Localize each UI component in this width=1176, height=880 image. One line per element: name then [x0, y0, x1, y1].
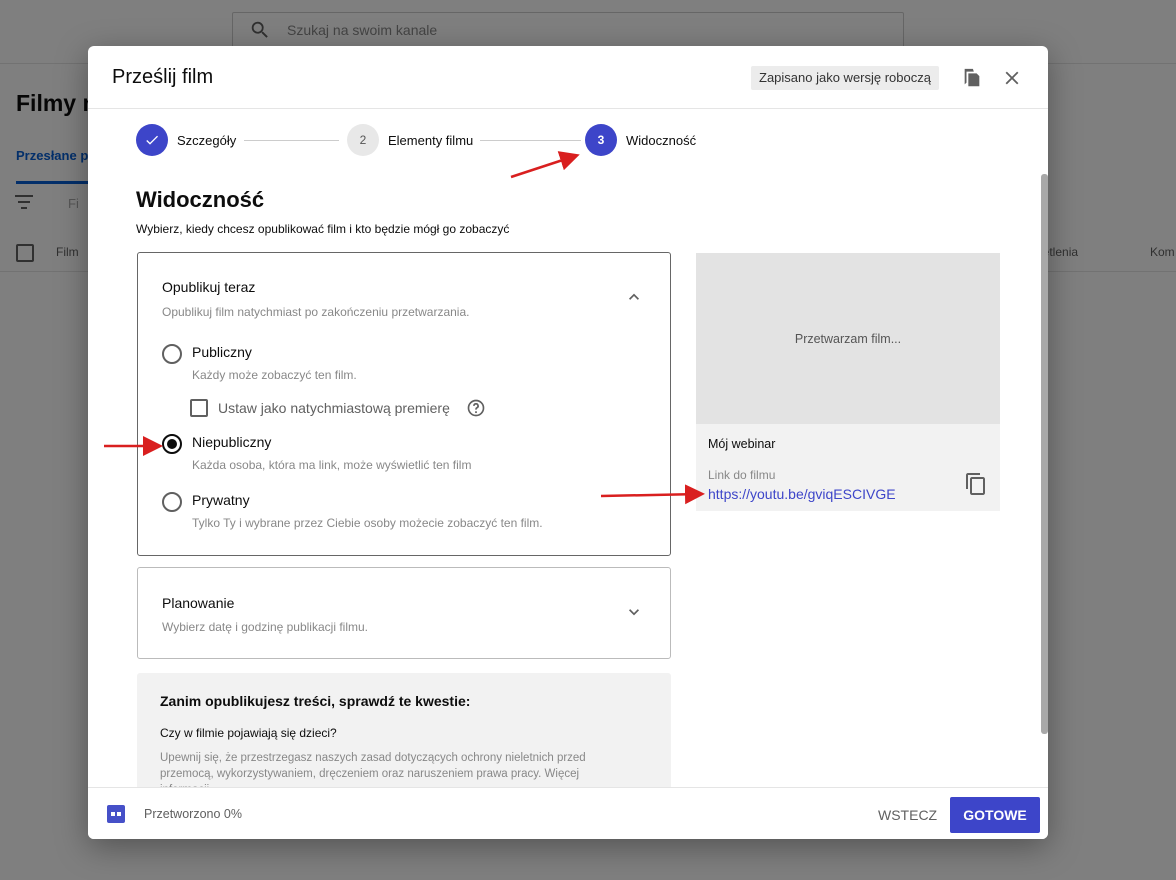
done-button[interactable]: GOTOWE [950, 797, 1040, 833]
step-video-elements[interactable]: 2 Elementy filmu [347, 124, 473, 156]
publish-now-title: Opublikuj teraz [162, 279, 256, 295]
option-label: Niepubliczny [192, 434, 272, 450]
video-link[interactable]: https://youtu.be/gviqESCIVGE [708, 486, 896, 502]
stepper-line [244, 140, 339, 141]
step-details[interactable]: Szczegóły [136, 124, 236, 156]
close-icon[interactable] [998, 64, 1026, 92]
video-name: Mój webinar [708, 437, 776, 451]
option-private[interactable]: Prywatny Tylko Ty i wybrane przez Ciebie… [162, 492, 543, 530]
processing-text: Przetwarzam film... [794, 331, 902, 346]
radio-unlisted[interactable] [162, 434, 182, 454]
stepper-line [480, 140, 581, 141]
section-title: Widoczność [136, 187, 265, 212]
section-description: Wybierz, kiedy chcesz opublikować film i… [136, 222, 510, 236]
copy-icon[interactable] [964, 472, 988, 496]
dialog-footer: Przetworzono 0% WSTECZ GOTOWE [88, 787, 1048, 839]
step-number: 3 [585, 124, 617, 156]
option-description: Tylko Ty i wybrane przez Ciebie osoby mo… [192, 516, 543, 530]
option-label: Publiczny [192, 344, 252, 360]
option-public[interactable]: Publiczny Każdy może zobaczyć ten film. [162, 344, 357, 382]
step-label: Widoczność [626, 132, 697, 148]
radio-private[interactable] [162, 492, 182, 512]
checklist-text: Upewnij się, że przestrzegasz naszych za… [160, 752, 586, 787]
scrollbar-thumb[interactable] [1041, 174, 1048, 734]
back-button[interactable]: WSTECZ [866, 797, 949, 833]
option-label: Prywatny [192, 492, 250, 508]
schedule-title: Planowanie [162, 595, 235, 611]
schedule-subtitle: Wybierz datę i godzinę publikacji filmu. [162, 620, 368, 634]
draft-saved-badge: Zapisano jako wersję roboczą [751, 66, 939, 90]
step-done-circle [136, 124, 168, 156]
feedback-icon[interactable] [958, 64, 986, 92]
video-thumbnail: Przetwarzam film... [696, 253, 1000, 424]
checklist-question: Czy w filmie pojawiają się dzieci? [160, 726, 337, 740]
checklist-title: Zanim opublikujesz treści, sprawdź te kw… [160, 693, 471, 709]
pre-publish-checklist: Zanim opublikujesz treści, sprawdź te kw… [137, 673, 671, 787]
step-number: 2 [347, 124, 379, 156]
step-label: Elementy filmu [388, 132, 474, 148]
upload-dialog: Prześlij film Zapisano jako wersję roboc… [88, 46, 1048, 839]
option-description: Każdy może zobaczyć ten film. [192, 368, 357, 382]
step-label: Szczegóły [177, 132, 237, 148]
help-icon[interactable] [466, 398, 486, 418]
check-icon [146, 135, 158, 145]
option-unlisted[interactable]: Niepubliczny Każda osoba, która ma link,… [162, 434, 471, 472]
chevron-down-icon[interactable] [624, 602, 644, 622]
step-visibility[interactable]: 3 Widoczność [585, 124, 696, 156]
premiere-checkbox[interactable] [190, 399, 208, 417]
premiere-option[interactable]: Ustaw jako natychmiastową premierę [190, 398, 486, 418]
radio-public[interactable] [162, 344, 182, 364]
publish-now-subtitle: Opublikuj film natychmiast po zakończeni… [162, 305, 470, 319]
dialog-body[interactable]: Szczegóły 2 Elementy filmu 3 Widoczność … [88, 110, 1048, 787]
video-preview-panel: Przetwarzam film... Mój webinar Link do … [696, 253, 1000, 511]
option-description: Każda osoba, która ma link, może wyświet… [192, 458, 472, 472]
premiere-label: Ustaw jako natychmiastową premierę [218, 400, 450, 416]
dialog-title: Prześlij film [112, 66, 214, 88]
video-link-label: Link do filmu [708, 468, 776, 482]
publish-now-card: Opublikuj teraz Opublikuj film natychmia… [137, 252, 671, 556]
processing-icon [107, 805, 125, 823]
dialog-header: Prześlij film Zapisano jako wersję roboc… [88, 46, 1048, 109]
chevron-up-icon[interactable] [624, 287, 644, 307]
processing-status: Przetworzono 0% [144, 807, 242, 821]
schedule-card[interactable]: Planowanie Wybierz datę i godzinę publik… [137, 567, 671, 659]
